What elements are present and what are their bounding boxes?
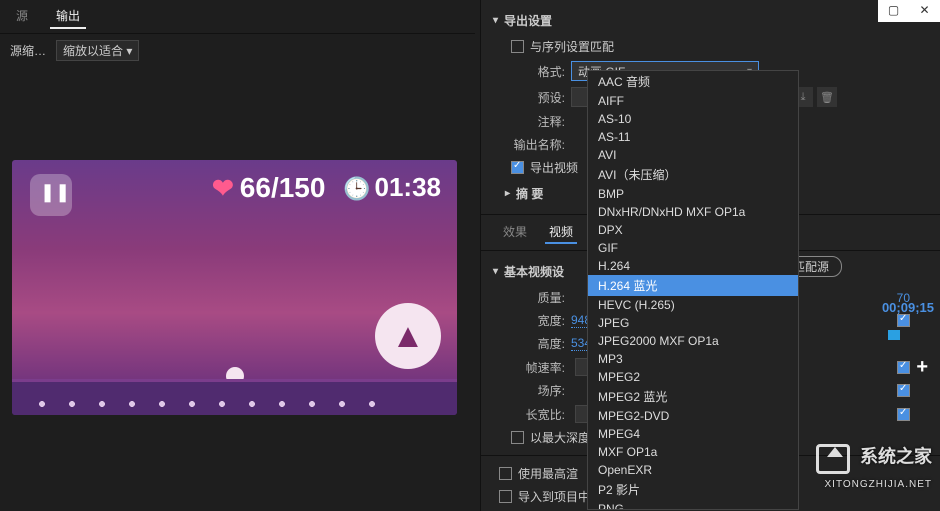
comment-label: 注释: — [511, 113, 565, 130]
import-project-checkbox[interactable] — [499, 490, 512, 503]
maxdepth-label: 以最大深度 — [530, 429, 590, 446]
match-sequence-checkbox[interactable] — [511, 40, 524, 53]
use-max-render-checkbox[interactable] — [499, 467, 512, 480]
format-option[interactable]: DNxHR/DNxHD MXF OP1a — [588, 203, 798, 221]
aspect-lock-checkbox[interactable] — [897, 408, 910, 421]
window-restore-button[interactable]: ▢ — [878, 0, 909, 22]
heart-icon: ❤ — [212, 173, 234, 203]
format-option[interactable]: MPEG2 蓝光 — [588, 386, 798, 407]
format-option[interactable]: JPEG — [588, 314, 798, 332]
format-option[interactable]: AS-10 — [588, 110, 798, 128]
timer-text: 01:38 — [375, 172, 442, 202]
arrow-up-icon: ▲ — [391, 317, 425, 356]
chevron-down-icon: ▾ — [126, 44, 132, 58]
timeline-marker[interactable] — [888, 330, 900, 340]
format-option[interactable]: AVI — [588, 146, 798, 164]
export-video-label: 导出视频 — [530, 159, 578, 176]
format-label: 格式: — [511, 63, 565, 80]
add-marker-button[interactable]: + — [916, 356, 928, 379]
format-option[interactable]: HEVC (H.265) — [588, 296, 798, 314]
format-option[interactable]: P2 影片 — [588, 479, 798, 500]
zoom-select-value: 缩放以适合 — [63, 44, 123, 58]
collapse-icon: ▾ — [493, 266, 498, 277]
format-option[interactable]: MPEG4 — [588, 425, 798, 443]
format-dropdown[interactable]: AAC 音频AIFFAS-10AS-11AVIAVI（未压缩）BMPDNxHR/… — [587, 70, 799, 510]
quality-label: 质量: — [511, 289, 565, 306]
source-panel: 源 输出 源缩… 缩放以适合 ▾ ❤66/150 🕒01:38 ▲ — [0, 0, 475, 511]
order-label: 场序: — [511, 382, 565, 399]
ground-dots — [32, 401, 377, 407]
aspect-label: 长宽比: — [511, 406, 565, 423]
fps-lock-checkbox[interactable] — [897, 361, 910, 374]
format-option[interactable]: MXF OP1a — [588, 443, 798, 461]
export-video-checkbox[interactable] — [511, 161, 524, 174]
format-option[interactable]: AIFF — [588, 92, 798, 110]
format-option[interactable]: OpenEXR — [588, 461, 798, 479]
match-sequence-row[interactable]: 与序列设置匹配 — [493, 35, 928, 58]
output-name-label: 输出名称: — [511, 136, 565, 153]
format-option[interactable]: AAC 音频 — [588, 71, 798, 92]
format-option[interactable]: DPX — [588, 221, 798, 239]
preview-viewport: ❤66/150 🕒01:38 ▲ — [12, 160, 457, 415]
export-settings-header[interactable]: ▾ 导出设置 — [493, 6, 928, 35]
ground — [12, 379, 457, 415]
pause-button[interactable] — [30, 174, 72, 216]
expand-icon[interactable]: ▸ — [505, 188, 510, 199]
format-option[interactable]: GIF — [588, 239, 798, 257]
window-close-button[interactable]: ✕ — [909, 0, 940, 22]
tab-effects[interactable]: 效果 — [499, 221, 531, 244]
zoom-controls: 源缩… 缩放以适合 ▾ — [0, 34, 475, 67]
order-lock-checkbox[interactable] — [897, 384, 910, 397]
window-buttons: ▢ ✕ — [878, 0, 940, 22]
score-display: ❤66/150 — [212, 172, 325, 205]
tab-source[interactable]: 源 — [10, 4, 34, 29]
timer-display: 🕒01:38 — [343, 172, 441, 203]
zoom-select[interactable]: 缩放以适合 ▾ — [56, 40, 139, 61]
watermark-title: 系统之家 — [860, 447, 932, 467]
summary-label: 摘 要 — [516, 185, 543, 202]
export-settings-title: 导出设置 — [504, 12, 552, 29]
format-option[interactable]: AVI（未压缩） — [588, 164, 798, 185]
preset-delete-button[interactable]: 🗑 — [817, 87, 837, 107]
use-max-render-label: 使用最高渲 — [518, 465, 578, 482]
format-option[interactable]: H.264 蓝光 — [588, 275, 798, 296]
watermark-url: XITONGZHIJIA.NET — [825, 479, 933, 490]
zoom-label: 源缩… — [10, 42, 46, 59]
basic-video-title: 基本视频设 — [504, 263, 564, 280]
collapse-icon: ▾ — [493, 15, 498, 26]
format-option[interactable]: MPEG2-DVD — [588, 407, 798, 425]
fps-label: 帧速率: — [511, 359, 565, 376]
tab-video[interactable]: 视频 — [545, 221, 577, 244]
width-label: 宽度: — [511, 312, 565, 329]
maxdepth-checkbox[interactable] — [511, 431, 524, 444]
tab-output[interactable]: 输出 — [50, 4, 86, 29]
import-project-label: 导入到项目中 — [518, 488, 590, 505]
width-lock-checkbox[interactable] — [897, 314, 910, 327]
format-option[interactable]: PNG — [588, 500, 798, 510]
score-text: 66/150 — [240, 172, 326, 203]
timecode-display: 00;09;15 — [882, 300, 934, 315]
format-option[interactable]: MPEG2 — [588, 368, 798, 386]
height-label: 高度: — [511, 335, 565, 352]
match-sequence-label: 与序列设置匹配 — [530, 38, 614, 55]
format-option[interactable]: MP3 — [588, 350, 798, 368]
watermark: 系统之家 XITONGZHIJIA.NET — [816, 444, 932, 493]
format-option[interactable]: BMP — [588, 185, 798, 203]
jump-button[interactable]: ▲ — [375, 303, 441, 369]
format-option[interactable]: H.264 — [588, 257, 798, 275]
house-icon — [816, 444, 850, 474]
clock-icon: 🕒 — [343, 176, 370, 201]
source-tabs: 源 输出 — [0, 0, 475, 34]
preset-label: 预设: — [511, 89, 565, 106]
format-option[interactable]: JPEG2000 MXF OP1a — [588, 332, 798, 350]
format-option[interactable]: AS-11 — [588, 128, 798, 146]
